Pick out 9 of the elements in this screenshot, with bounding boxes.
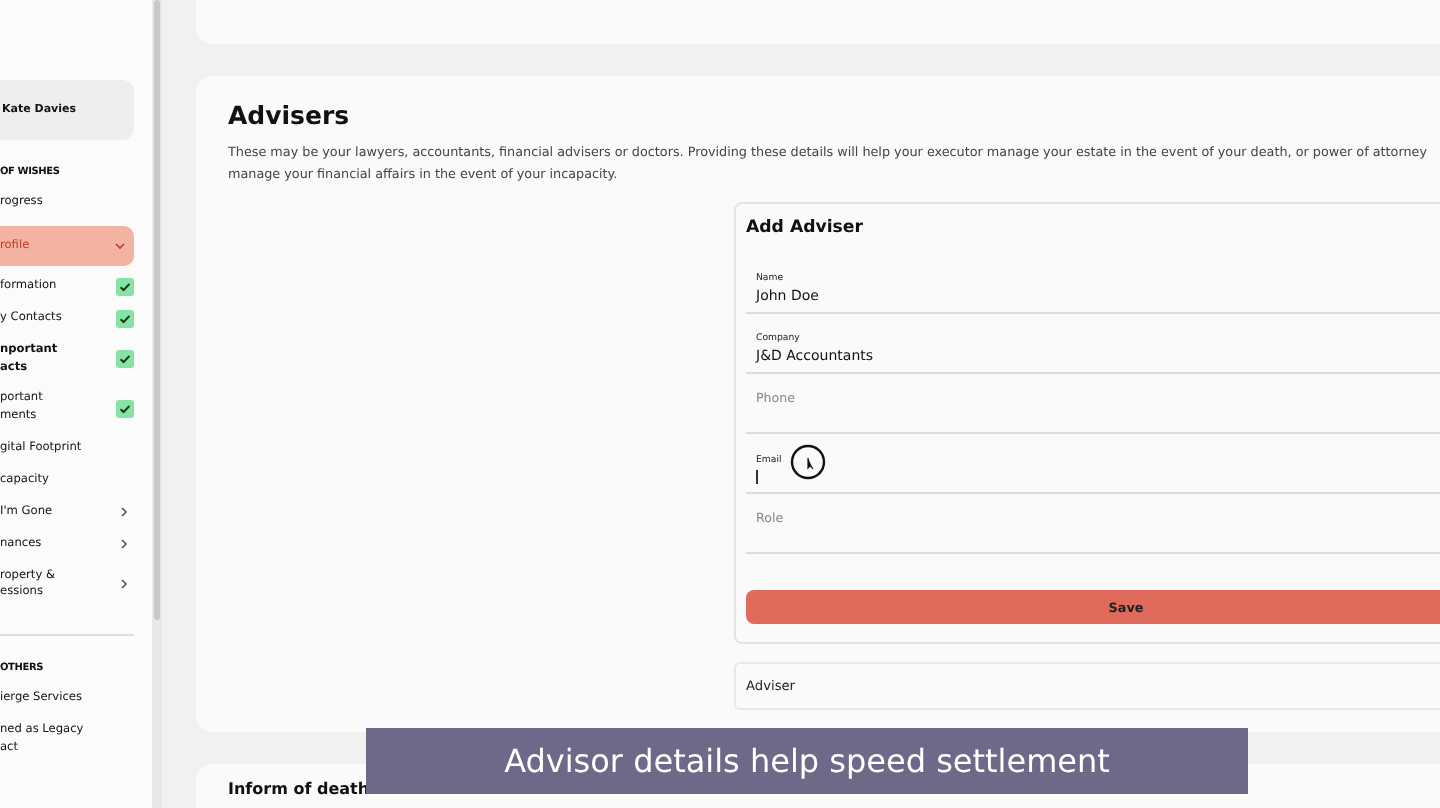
caption-banner: Advisor details help speed settlement xyxy=(366,728,1248,794)
chevron-icon xyxy=(114,240,126,252)
chevron-icon xyxy=(118,578,130,591)
cursor-icon xyxy=(790,444,826,481)
scrollbar-thumb[interactable] xyxy=(154,0,160,620)
chevron-icon xyxy=(118,506,130,519)
section-title: Advisers xyxy=(228,100,352,130)
form-title: Add Adviser xyxy=(746,218,865,239)
chevron-icon xyxy=(118,538,130,551)
